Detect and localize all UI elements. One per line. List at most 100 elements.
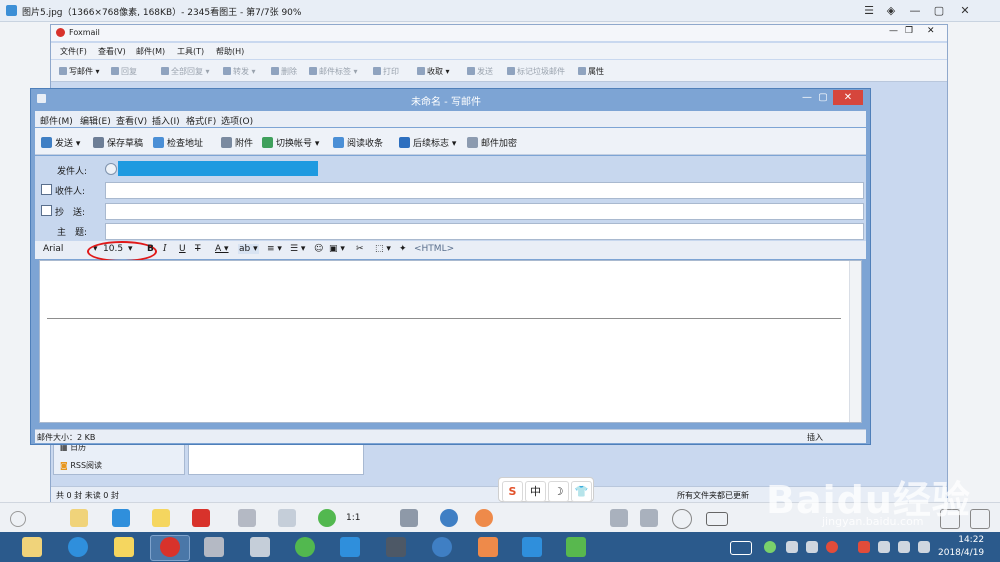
mail-body-editor[interactable]: [39, 260, 862, 423]
screenshot-icon[interactable]: ✂: [356, 244, 364, 254]
viewer-maximize-icon[interactable]: ▢: [932, 4, 946, 18]
thumb-ie-icon[interactable]: [112, 509, 130, 527]
thumb-k-icon[interactable]: [440, 509, 458, 527]
nav-rss[interactable]: ◙ RSS阅读: [60, 460, 102, 471]
foxmail-close-icon[interactable]: ✕: [927, 26, 935, 36]
emoji-icon[interactable]: ☺: [314, 244, 323, 254]
to-input[interactable]: [105, 182, 864, 199]
highlight-color-icon[interactable]: ab ▾: [238, 244, 259, 254]
delete-image-icon[interactable]: [610, 509, 628, 527]
mail-tag-button[interactable]: 邮件标签 ▾: [309, 66, 358, 77]
html-mode-toggle[interactable]: <HTML>: [414, 244, 454, 254]
attachment-button[interactable]: 附件: [221, 136, 253, 149]
viewer-skin-icon[interactable]: ◈: [884, 4, 898, 18]
cc-label[interactable]: 抄 送:: [41, 205, 85, 218]
taskbar-files-icon[interactable]: [114, 537, 134, 557]
bold-button[interactable]: B: [147, 244, 154, 254]
editor-scrollbar[interactable]: [849, 261, 861, 422]
send-all-button[interactable]: 发送: [467, 66, 493, 77]
actual-size-icon[interactable]: 1:1: [346, 509, 376, 527]
compose-minimize-icon[interactable]: —: [801, 92, 813, 103]
to-label[interactable]: 收件人:: [41, 184, 85, 197]
foxmail-menu-file[interactable]: 文件(F): [60, 46, 87, 57]
align-icon[interactable]: ≡ ▾: [267, 244, 282, 254]
taskbar-p-icon[interactable]: [478, 537, 498, 557]
taskbar-k-icon[interactable]: [432, 537, 452, 557]
previous-image-icon[interactable]: [475, 509, 493, 527]
taskbar-app-icon[interactable]: [204, 537, 224, 557]
foxmail-menu-view[interactable]: 查看(V): [98, 46, 126, 57]
thumb-folder-icon[interactable]: [70, 509, 88, 527]
foxmail-restore-icon[interactable]: ❐: [905, 26, 913, 36]
receive-button[interactable]: 收取 ▾: [417, 66, 450, 77]
viewer-minimize-icon[interactable]: —: [908, 4, 922, 18]
from-account-field[interactable]: [118, 161, 318, 176]
strikethrough-button[interactable]: T: [195, 244, 201, 254]
reply-all-button[interactable]: 全部回复 ▾: [161, 66, 210, 77]
underline-button[interactable]: U: [179, 244, 186, 254]
thumb-files-icon[interactable]: [152, 509, 170, 527]
cc-input[interactable]: [105, 203, 864, 220]
foxmail-minimize-icon[interactable]: —: [889, 26, 898, 36]
reply-button[interactable]: 回复: [111, 66, 137, 77]
print-button[interactable]: 打印: [373, 66, 399, 77]
thumb-app-icon[interactable]: [238, 509, 256, 527]
font-family-select[interactable]: Arial: [43, 244, 63, 254]
taskbar-calc-icon[interactable]: [250, 537, 270, 557]
subject-input[interactable]: [105, 223, 864, 240]
tray-volume-icon[interactable]: [878, 541, 890, 553]
rotate-icon[interactable]: [400, 509, 418, 527]
taskbar-viewer-icon[interactable]: [566, 537, 586, 557]
compose-close-button[interactable]: ✕: [833, 90, 863, 105]
encrypt-mail-button[interactable]: 邮件加密: [467, 136, 517, 149]
taskbar-w-icon[interactable]: [522, 537, 542, 557]
tray-sogou-icon[interactable]: [858, 541, 870, 553]
ime-chinese-mode[interactable]: 中: [525, 481, 546, 502]
mark-spam-button[interactable]: 标记垃圾邮件: [507, 66, 565, 77]
ime-moon-icon[interactable]: ☽: [548, 481, 569, 502]
compose-menu-insert[interactable]: 插入(I): [152, 114, 180, 127]
thumb-foxmail-icon[interactable]: [192, 509, 210, 527]
compose-menu-options[interactable]: 选项(O): [221, 114, 253, 127]
taskbar-apps-icon[interactable]: [340, 537, 360, 557]
tray-app-icon[interactable]: [786, 541, 798, 553]
thumb-calc-icon[interactable]: [278, 509, 296, 527]
tray-notify-icon[interactable]: [918, 541, 930, 553]
taskbar-ie-icon[interactable]: [68, 537, 88, 557]
properties-button[interactable]: 属性: [578, 66, 604, 77]
tray-keyboard-icon[interactable]: [730, 541, 752, 555]
taskbar-video-icon[interactable]: [386, 537, 406, 557]
font-color-icon[interactable]: A ▾: [215, 244, 229, 254]
switch-account-button[interactable]: 切换帐号 ▾: [262, 136, 319, 149]
info-icon[interactable]: [10, 511, 26, 527]
tray-app-icon[interactable]: [806, 541, 818, 553]
viewer-close-icon[interactable]: ✕: [958, 4, 972, 18]
insert-image-icon[interactable]: ▣ ▾: [329, 244, 345, 254]
sogou-icon[interactable]: S: [502, 481, 523, 502]
compose-maximize-icon[interactable]: ▢: [817, 92, 829, 103]
compose-menu-format[interactable]: 格式(F): [186, 114, 216, 127]
tray-app-icon[interactable]: [826, 541, 838, 553]
edit-image-icon[interactable]: [640, 509, 658, 527]
read-receipt-button[interactable]: 阅读收条: [333, 136, 383, 149]
taskbar-explorer-icon[interactable]: [22, 537, 42, 557]
tray-network-icon[interactable]: [898, 541, 910, 553]
up-icon[interactable]: [672, 509, 692, 529]
tray-wifi-icon[interactable]: [764, 541, 776, 553]
compose-menu-mail[interactable]: 邮件(M): [40, 114, 73, 127]
foxmail-menu-tools[interactable]: 工具(T): [177, 46, 204, 57]
follow-up-flag-button[interactable]: 后续标志 ▾: [399, 136, 456, 149]
tray-clock[interactable]: 14:22 2018/4/19: [938, 534, 984, 560]
send-button[interactable]: 发送 ▾: [41, 136, 80, 149]
forward-button[interactable]: 转发 ▾: [223, 66, 256, 77]
viewer-menu-icon[interactable]: ☰: [862, 4, 876, 18]
italic-button[interactable]: I: [163, 244, 167, 254]
ime-skin-icon[interactable]: 👕: [571, 481, 592, 502]
insert-object-icon[interactable]: ⬚ ▾: [375, 244, 391, 254]
list-icon[interactable]: ☰ ▾: [290, 244, 305, 254]
keyboard-icon[interactable]: [706, 512, 728, 526]
check-address-button[interactable]: 检查地址: [153, 136, 203, 149]
stationery-icon[interactable]: ✦: [399, 244, 407, 254]
taskbar-green-icon[interactable]: [295, 537, 315, 557]
foxmail-menu-help[interactable]: 帮助(H): [216, 46, 244, 57]
